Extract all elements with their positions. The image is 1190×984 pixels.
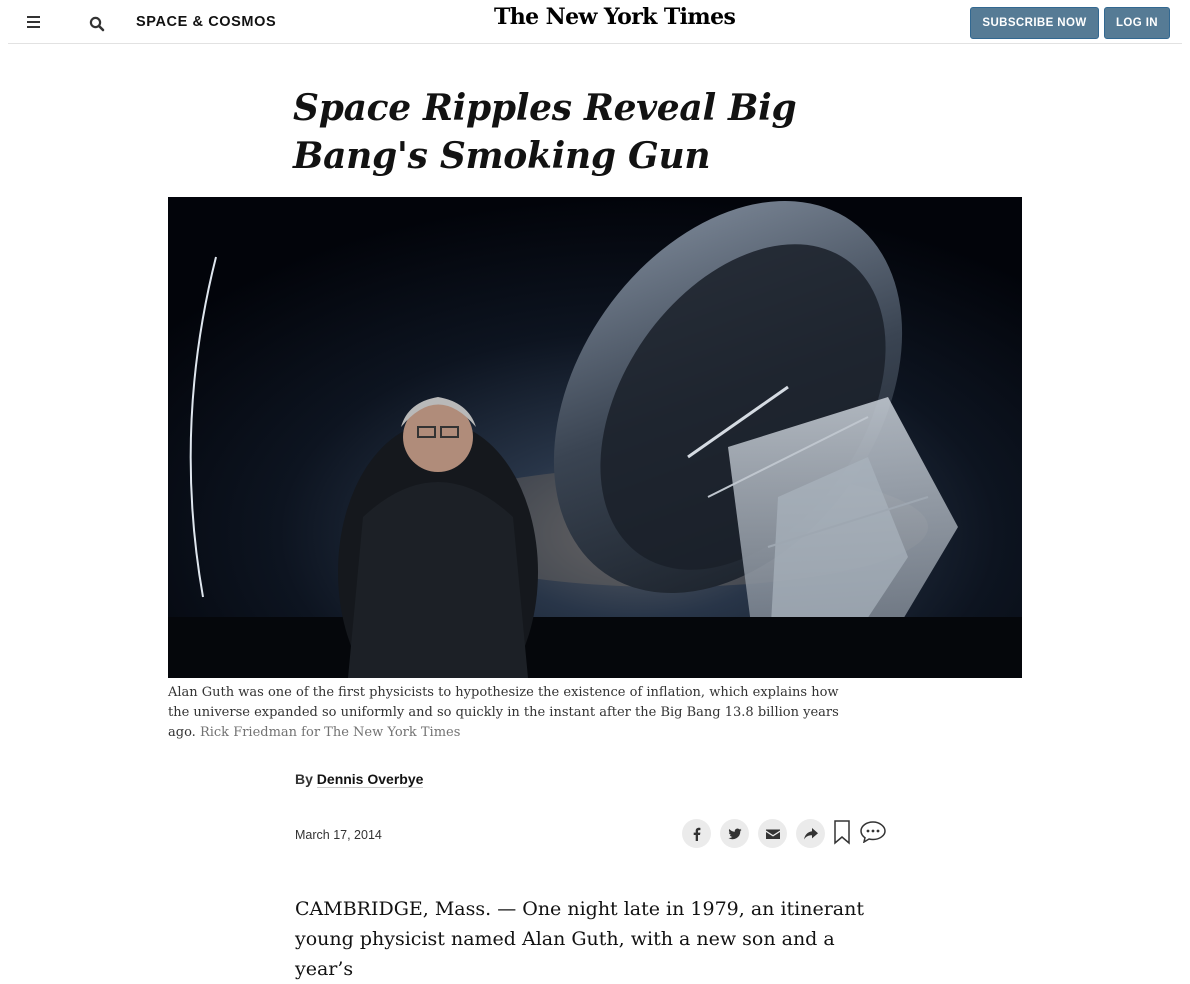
nyt-logo[interactable]: The New York Times [494,4,736,30]
comments-icon[interactable] [860,821,886,848]
facebook-icon[interactable] [682,819,711,848]
bookmark-icon[interactable] [834,820,850,850]
byline: By Dennis Overbye [295,771,424,788]
login-button[interactable]: LOG IN [1104,7,1170,39]
twitter-icon[interactable] [720,819,749,848]
story-paragraph: CAMBRIDGE, Mass. — One night late in 197… [295,898,864,980]
masthead: SPACE & COSMOS The New York Times SUBSCR… [8,0,1182,44]
photo-credit: Rick Friedman for The New York Times [199,725,461,740]
search-icon[interactable] [89,16,105,32]
byline-prefix: By [295,771,313,787]
publish-date: March 17, 2014 [295,828,382,842]
lead-photo [168,197,1022,678]
photo-caption: Alan Guth was one of the first physicist… [168,683,858,743]
headline: Space Ripples Reveal Big Bang's Smoking … [293,87,797,177]
subscribe-button[interactable]: SUBSCRIBE NOW [970,7,1099,39]
share-icon[interactable] [796,819,825,848]
section-label[interactable]: SPACE & COSMOS [136,14,276,30]
menu-icon[interactable] [27,16,40,28]
share-tools [682,818,892,850]
author-link[interactable]: Dennis Overbye [316,771,424,788]
email-icon[interactable] [758,819,787,848]
